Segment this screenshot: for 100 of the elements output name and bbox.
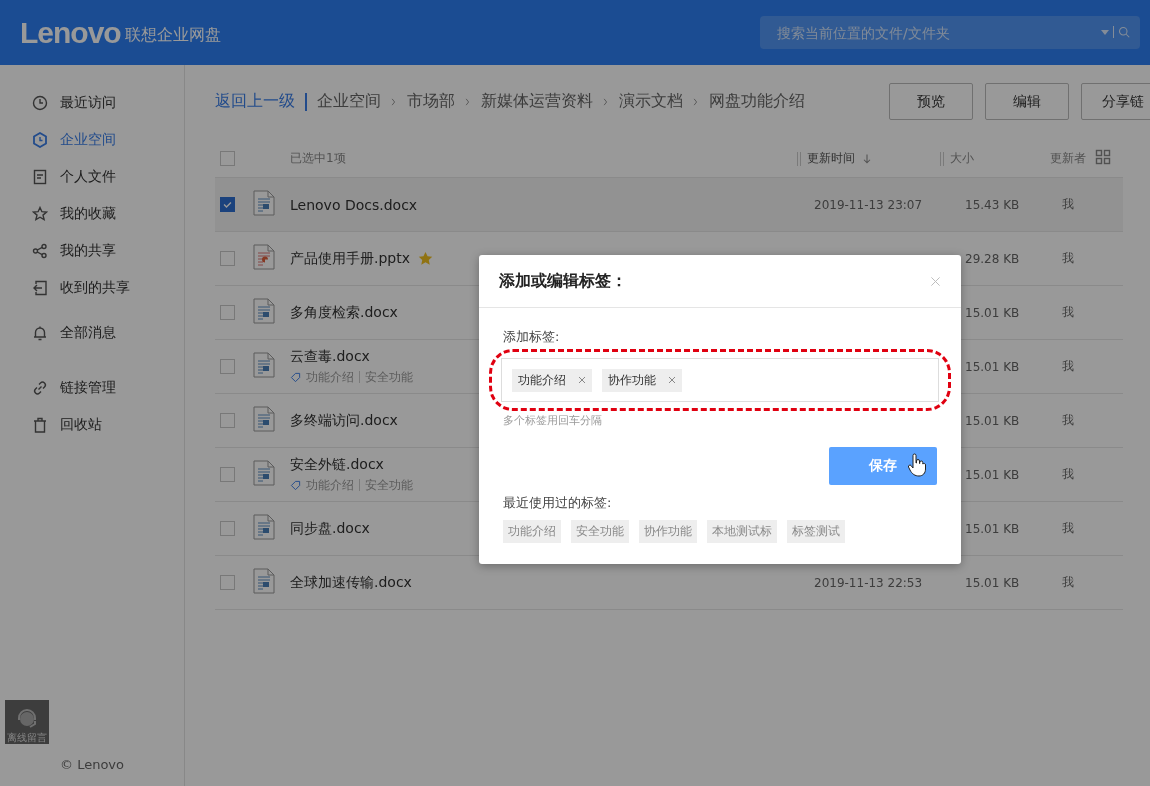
updater: 我 [1061,575,1074,589]
sidebar-item[interactable]: 企业空间 [0,121,184,158]
hand-cursor-icon [908,453,926,477]
updater: 我 [1061,197,1074,211]
checkbox[interactable] [220,197,235,212]
file-size: 29.28 KB [965,251,1020,266]
bell-icon [32,324,48,341]
sidebar-item[interactable]: 我的共享 [0,232,184,269]
file-icon [253,568,275,594]
file-size: 15.43 KB [965,197,1020,212]
file-icon [253,244,275,270]
dialog-title: 添加或编辑标签： [499,270,627,292]
file-name[interactable]: 产品使用手册.pptx [290,249,410,268]
sidebar-item[interactable]: 我的收藏 [0,195,184,232]
divider-icon [1113,26,1114,38]
close-icon [930,275,941,287]
updated-time: 2019-11-13 22:53 [814,575,923,590]
file-size: 15.01 KB [965,521,1020,536]
share-icon [32,242,48,259]
checkbox[interactable] [220,413,235,428]
checkbox[interactable] [220,521,235,536]
caret-icon [1101,29,1109,35]
sidebar-item[interactable]: 个人文件 [0,158,184,195]
grid-view-icon [1095,149,1111,165]
link-icon [32,379,48,396]
file-size: 15.01 KB [965,467,1020,482]
field-label: 添加标签: [503,328,561,346]
sidebar-item[interactable]: 全部消息 [0,314,184,351]
updated-time: 2019-11-13 23:07 [814,197,923,212]
file-name[interactable]: 安全外链.docx [290,455,384,474]
check-icon [222,199,233,210]
updater: 我 [1061,467,1074,481]
hexagon-icon [32,131,48,148]
tag-chip[interactable]: 功能介绍 [512,368,592,392]
selection-count: 已选中1项 [290,150,346,167]
search-icon [1118,26,1130,38]
sidebar-item[interactable]: 最近访问 [0,84,184,121]
action-button[interactable]: 分享链 [1081,83,1150,120]
hint-text: 多个标签用回车分隔 [503,413,603,428]
tag-icon [290,479,301,491]
updater: 我 [1061,359,1074,373]
file-name[interactable]: 多终端访问.docx [290,411,398,430]
document-icon [32,168,48,185]
column-header[interactable]: 更新时间 [807,150,855,167]
file-size: 15.01 KB [965,305,1020,320]
checkbox[interactable] [220,467,235,482]
file-size: 15.01 KB [965,413,1020,428]
clock-icon [32,94,48,111]
file-name[interactable]: 多角度检索.docx [290,303,398,322]
copyright: © Lenovo [59,757,125,772]
back-link[interactable]: 返回上一级 [215,91,295,112]
file-name[interactable]: 云查毒.docx [290,347,370,366]
file-icon [253,298,275,324]
checkbox[interactable] [220,151,235,166]
file-size: 15.01 KB [965,359,1020,374]
action-button[interactable]: 预览 [889,83,973,120]
file-icon [253,352,275,378]
updater: 我 [1061,521,1074,535]
tag-input-field[interactable]: 功能介绍 协作功能 [501,358,939,402]
breadcrumb-item[interactable]: 新媒体运营资料 [481,91,593,112]
updater: 我 [1061,251,1074,265]
recent-tag[interactable]: 协作功能 [639,520,697,543]
checkbox[interactable] [220,305,235,320]
recent-tag[interactable]: 本地测试标 [707,520,777,543]
file-icon [253,190,275,216]
inbox-icon [32,279,48,296]
file-name[interactable]: Lenovo Docs.docx [290,196,418,213]
checkbox[interactable] [220,359,235,374]
sort-arrow-icon [861,152,873,165]
sidebar-item[interactable]: 链接管理 [0,369,184,406]
recent-tag[interactable]: 安全功能 [571,520,629,543]
checkbox[interactable] [220,251,235,266]
logo: Lenovo [20,15,121,50]
recent-tag[interactable]: 标签测试 [787,520,845,543]
updater: 我 [1061,413,1074,427]
sidebar-item[interactable]: 收到的共享 [0,269,184,306]
file-icon [253,406,275,432]
checkbox[interactable] [220,575,235,590]
breadcrumb-item: 网盘功能介绍 [709,91,805,112]
star-icon [32,205,48,222]
section-label: 最近使用过的标签: [503,494,613,512]
breadcrumb-item[interactable]: 演示文档 [619,91,683,112]
updater: 我 [1061,305,1074,319]
file-name[interactable]: 同步盘.docx [290,519,370,538]
tag-chip[interactable]: 协作功能 [602,368,682,392]
file-size: 15.01 KB [965,575,1020,590]
file-icon [253,460,275,486]
tag-icon [290,371,301,383]
file-icon [253,514,275,540]
breadcrumb-item[interactable]: 企业空间 [317,91,381,112]
remove-icon [668,376,676,384]
breadcrumb-item[interactable]: 市场部 [407,91,455,112]
support-widget[interactable]: 离线留言 [5,700,49,744]
trash-icon [32,416,48,433]
sidebar-item[interactable]: 回收站 [0,406,184,443]
product-name: 联想企业网盘 [124,25,221,46]
remove-icon [578,376,586,384]
file-name[interactable]: 全球加速传输.docx [290,573,412,592]
action-button[interactable]: 编辑 [985,83,1069,120]
recent-tag[interactable]: 功能介绍 [503,520,561,543]
